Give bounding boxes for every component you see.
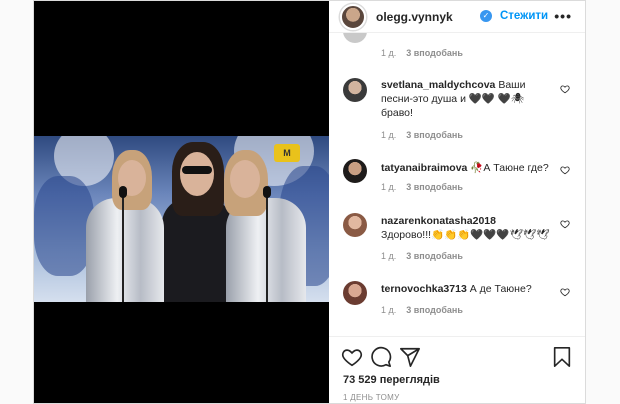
comment-username[interactable]: nazarenkonatasha2018 xyxy=(381,215,496,227)
comment-text: 🥀А Таюне где? xyxy=(470,162,549,174)
comment-username[interactable]: ternovochka3713 xyxy=(381,283,467,295)
view-count[interactable]: 73 529 переглядів xyxy=(343,374,440,386)
comment-time: 1 д. xyxy=(381,305,397,315)
comment-time: 1 д. xyxy=(381,251,397,261)
follow-button[interactable]: Стежити xyxy=(500,10,548,22)
verified-badge-icon: ✓ xyxy=(480,10,492,22)
comment-item: svetlana_maldychcova Ваши песни-это душа… xyxy=(329,75,585,145)
video-frame[interactable]: M xyxy=(34,136,329,302)
comment-avatar[interactable] xyxy=(343,213,367,237)
microphone xyxy=(263,186,271,198)
comment-meta: 1 д. 3 вподобань xyxy=(381,48,463,58)
post-sidebar: olegg.vynnyk ✓ Стежити ••• 1 д. 3 вподоба… xyxy=(329,1,585,403)
heart-icon[interactable] xyxy=(560,219,570,229)
performer-face xyxy=(180,152,214,196)
microphone xyxy=(119,186,127,198)
comment-time: 1 д. xyxy=(381,182,397,192)
author-avatar[interactable] xyxy=(340,4,366,30)
comment-item: nazarenkonatasha2018 Здорово!!!👏👏👏🖤🖤🖤🕊🕊🕊… xyxy=(329,211,585,267)
comment-username[interactable]: tatyanaibraimova xyxy=(381,162,467,174)
heart-icon[interactable] xyxy=(560,287,570,297)
author-username[interactable]: olegg.vynnyk xyxy=(376,10,453,24)
comments-list[interactable]: 1 д. 3 вподобань svetlana_maldychcova Ваш… xyxy=(329,33,585,336)
channel-logo: M xyxy=(274,144,300,162)
instagram-post: M olegg.vynnyk ✓ Стежити ••• 1 д. 3 вподо… xyxy=(33,0,586,404)
backdrop-decoration xyxy=(34,176,94,276)
comment-time: 1 д. xyxy=(381,48,397,58)
comment-meta: 1 д. 3 вподобань xyxy=(381,182,463,192)
comment-body: ternovochka3713 А де Таюне? xyxy=(381,282,551,296)
comment-body: svetlana_maldychcova Ваши песни-это душа… xyxy=(381,78,551,120)
like-icon[interactable] xyxy=(341,346,363,368)
comment-username[interactable]: svetlana_maldychcova xyxy=(381,79,495,91)
post-media[interactable]: M xyxy=(34,1,329,403)
comment-avatar[interactable] xyxy=(343,78,367,102)
comment-body: nazarenkonatasha2018 Здорово!!!👏👏👏🖤🖤🖤🕊🕊🕊 xyxy=(381,214,551,242)
sunglasses xyxy=(182,166,212,174)
comment-item: tatyanaibraimova 🥀А Таюне где? 1 д. 3 впо… xyxy=(329,157,585,197)
performer-face xyxy=(230,160,260,198)
heart-icon[interactable] xyxy=(560,84,570,94)
comment-meta: 1 д. 3 вподобань xyxy=(381,130,463,140)
post-timestamp[interactable]: 1 день тому xyxy=(343,393,399,402)
comment-text: Здорово!!!👏👏👏🖤🖤🖤🕊🕊🕊 xyxy=(381,229,550,241)
comment-body: tatyanaibraimova 🥀А Таюне где? xyxy=(381,161,551,175)
share-icon[interactable] xyxy=(399,346,421,368)
comment-avatar[interactable] xyxy=(343,33,367,43)
mic-stand xyxy=(266,194,268,302)
heart-icon[interactable] xyxy=(560,165,570,175)
comment-avatar[interactable] xyxy=(343,281,367,305)
comment-item: ternovochka3713 А де Таюне? 1 д. 3 вподоб… xyxy=(329,279,585,319)
comment-text: А де Таюне? xyxy=(469,283,532,295)
comment-meta: 1 д. 3 вподобань xyxy=(381,251,463,261)
post-actions: 73 529 переглядів 1 день тому xyxy=(329,336,585,403)
save-icon[interactable] xyxy=(551,346,573,368)
comment-time: 1 д. xyxy=(381,130,397,140)
comment-likes[interactable]: 3 вподобань xyxy=(406,130,463,140)
comment-likes[interactable]: 3 вподобань xyxy=(406,251,463,261)
comment-likes[interactable]: 3 вподобань xyxy=(406,182,463,192)
comment-avatar[interactable] xyxy=(343,159,367,183)
comment-icon[interactable] xyxy=(370,346,392,368)
mic-stand xyxy=(122,194,124,302)
performer-left xyxy=(86,198,164,302)
comment-meta: 1 д. 3 вподобань xyxy=(381,305,463,315)
comment-item: 1 д. 3 вподобань xyxy=(329,33,585,63)
more-options-icon[interactable]: ••• xyxy=(554,8,572,24)
post-header: olegg.vynnyk ✓ Стежити ••• xyxy=(329,1,585,33)
comment-likes[interactable]: 3 вподобань xyxy=(406,48,463,58)
comment-likes[interactable]: 3 вподобань xyxy=(406,305,463,315)
